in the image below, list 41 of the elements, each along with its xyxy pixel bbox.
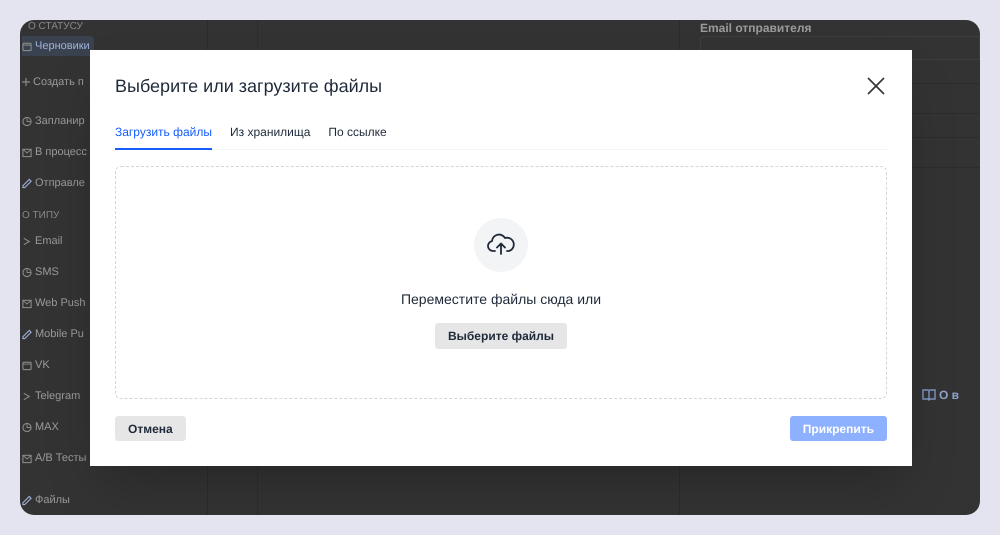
sidebar-item[interactable]: VK bbox=[22, 356, 54, 376]
item-icon bbox=[22, 236, 32, 247]
item-icon bbox=[22, 360, 32, 371]
item-icon bbox=[22, 391, 32, 402]
plus-icon bbox=[22, 78, 30, 86]
sidebar-item[interactable]: Email bbox=[22, 232, 67, 252]
dropzone[interactable]: Переместите файлы сюда или Выберите файлы bbox=[115, 166, 887, 399]
sidebar-item[interactable]: Файлы bbox=[22, 490, 74, 510]
sidebar-item[interactable]: В процесс bbox=[22, 142, 91, 162]
item-icon bbox=[22, 298, 32, 309]
sidebar-item[interactable]: Mobile Pu bbox=[22, 324, 88, 344]
sidebar-item[interactable]: Web Push bbox=[22, 294, 90, 314]
item-icon bbox=[22, 147, 32, 158]
section-header: О СТАТУСУ bbox=[28, 21, 83, 33]
help-link[interactable]: О в bbox=[939, 386, 960, 404]
sidebar-item[interactable]: Запланир bbox=[22, 112, 89, 132]
dropzone-text: Переместите файлы сюда или bbox=[400, 290, 602, 309]
sidebar-item[interactable]: Telegram bbox=[22, 386, 84, 406]
item-icon bbox=[22, 178, 32, 189]
item-icon bbox=[22, 422, 32, 433]
tab[interactable]: Из хранилища bbox=[230, 122, 310, 150]
item-icon bbox=[22, 40, 32, 52]
sidebar-item[interactable]: Черновики bbox=[22, 36, 94, 56]
book-icon bbox=[922, 389, 936, 401]
sidebar-item[interactable]: Отправле bbox=[22, 174, 89, 194]
cancel-button[interactable]: Отмена bbox=[115, 416, 186, 441]
item-icon bbox=[22, 116, 32, 127]
field-label: Email отправителя bbox=[700, 20, 812, 36]
choose-files-button[interactable]: Выберите файлы bbox=[434, 323, 567, 349]
sidebar-item[interactable]: SMS bbox=[22, 262, 63, 282]
item-icon bbox=[22, 494, 32, 506]
item-icon bbox=[22, 453, 32, 464]
section-header: О ТИПУ bbox=[22, 210, 60, 222]
tab[interactable]: Загрузить файлы bbox=[115, 122, 212, 150]
tab[interactable]: По ссылке bbox=[328, 122, 387, 150]
dialog-title: Выберите или загрузите файлы bbox=[115, 74, 382, 98]
item-icon bbox=[22, 267, 32, 278]
sidebar-item[interactable]: A/B Тесты bbox=[22, 448, 90, 468]
item-icon bbox=[22, 329, 32, 340]
create-link[interactable]: Создать п bbox=[22, 74, 84, 90]
sidebar-item[interactable]: MAX bbox=[22, 418, 63, 438]
